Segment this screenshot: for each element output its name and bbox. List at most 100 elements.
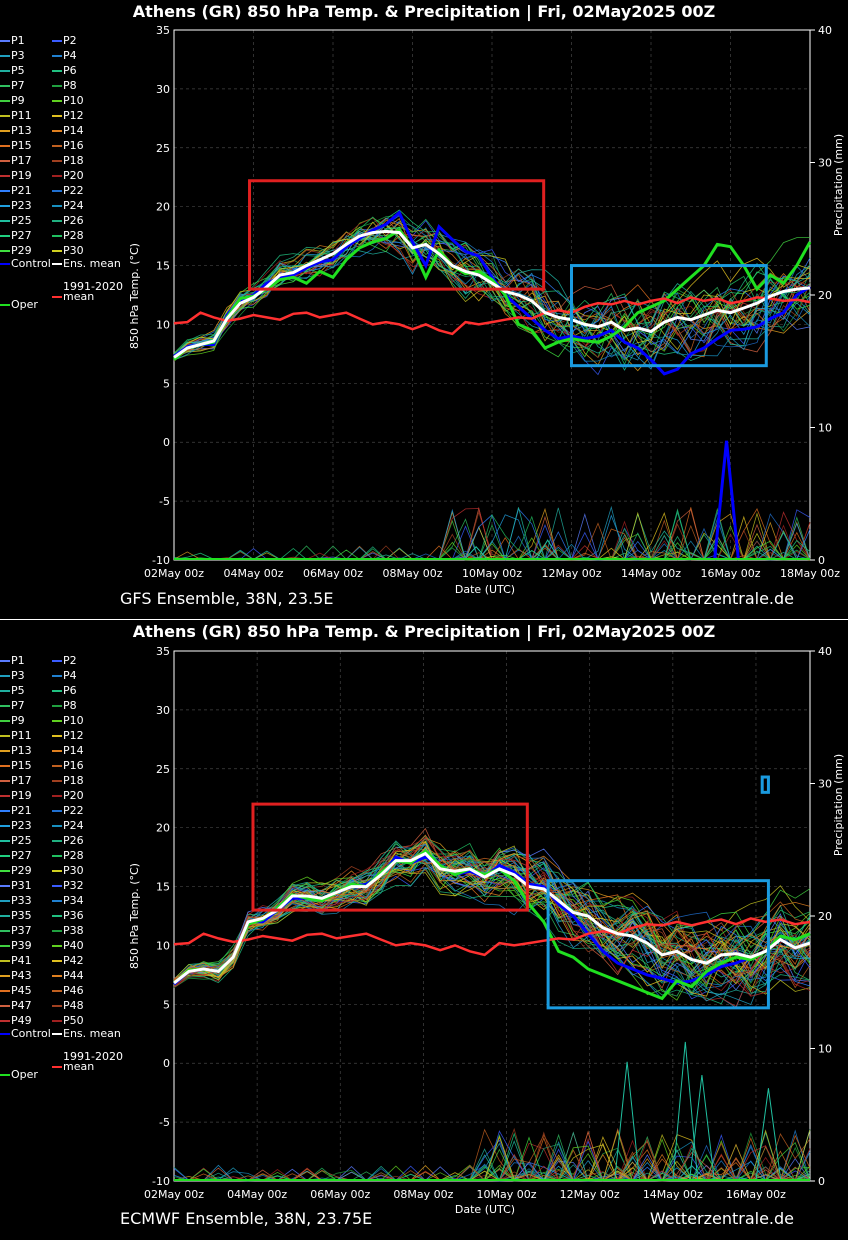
legend-swatch [52,915,62,917]
x-tick-label: 08May 00z [382,567,442,580]
y2-tick-label: 30 [818,157,832,170]
legend-item: P30 [52,244,84,257]
legend-label: P19 [11,789,32,802]
legend-item: P9 [0,714,25,727]
legend-label: P37 [11,924,32,937]
legend-item: P10 [52,714,84,727]
legend-swatch [0,235,10,237]
legend-item: P21 [0,804,32,817]
legend-label: P16 [63,759,84,772]
legend-item: P35 [0,909,32,922]
legend-label: P14 [63,744,84,757]
legend-label: P48 [63,999,84,1012]
legend-item: P25 [0,834,32,847]
legend-swatch [0,1073,10,1076]
legend-swatch [0,190,10,192]
legend-item: P44 [52,969,84,982]
legend-label: P35 [11,909,32,922]
legend-item: P17 [0,774,32,787]
y-tick-label: 30 [156,83,170,96]
legend-item: P18 [52,154,84,167]
legend-label: P6 [63,64,77,77]
legend-item: P19 [0,789,32,802]
legend-item: P7 [0,699,25,712]
legend-swatch [52,55,62,57]
legend-label: Control [11,257,51,270]
legend-item: P38 [52,924,84,937]
legend-swatch [52,720,62,722]
legend-swatch [52,130,62,132]
legend-label: P40 [63,939,84,952]
legend-swatch [52,160,62,162]
legend-label: P17 [11,154,32,167]
y-tick-label: -10 [152,1175,170,1188]
legend-label: P7 [11,79,25,92]
legend-swatch [52,990,62,992]
legend-item: P5 [0,64,25,77]
legend-swatch [0,900,10,902]
y-tick-label: 5 [163,377,170,390]
legend-swatch [0,960,10,962]
legend-item: P36 [52,909,84,922]
legend-label: Ens. mean [63,257,121,270]
legend-swatch [52,145,62,147]
legend-swatch [52,235,62,237]
legend-swatch [0,720,10,722]
y2-tick-label: 10 [818,1043,832,1056]
legend-label: P14 [63,124,84,137]
legend-item: P2 [52,34,77,47]
legend-swatch [0,870,10,872]
legend-label: P3 [11,669,25,682]
legend-item: P31 [0,879,32,892]
legend-label: P13 [11,744,32,757]
legend-item: P29 [0,864,32,877]
x-axis-label: Date (UTC) [454,1203,516,1216]
legend-swatch [52,1020,62,1022]
y-tick-label: 0 [163,436,170,449]
source-label: GFS Ensemble, 38N, 23.5E [120,589,334,608]
y-axis-label: 850 hPa Temp. (°C) [128,243,141,349]
legend-label: P39 [11,939,32,952]
x-tick-label: 08May 00z [393,1188,453,1201]
x-tick-label: 14May 00z [621,567,681,580]
legend-label: P23 [11,819,32,832]
legend-item: P23 [0,199,32,212]
legend-label: P11 [11,729,32,742]
legend-swatch [0,55,10,57]
legend-swatch [0,100,10,102]
legend-item: P30 [52,864,84,877]
legend-item: P23 [0,819,32,832]
x-tick-label: 16May 00z [700,567,760,580]
legend-item: P27 [0,229,32,242]
legend-swatch [0,175,10,177]
legend-label: 1991-2020 mean [63,1049,123,1073]
legend-swatch [0,930,10,932]
legend-swatch [0,70,10,72]
legend-swatch [52,1065,62,1068]
legend-label: P30 [63,864,84,877]
y2-tick-label: 40 [818,24,832,37]
y2-tick-label: 0 [818,1175,825,1188]
legend-swatch [0,1033,10,1035]
gfs-panel: Athens (GR) 850 hPa Temp. & Precipitatio… [0,0,848,620]
y-tick-label: 0 [163,1057,170,1070]
legend-swatch [0,945,10,947]
y-tick-label: 15 [156,881,170,894]
legend-item: P14 [52,124,84,137]
legend-item: P6 [52,684,77,697]
y-tick-label: 25 [156,763,170,776]
legend-item: P33 [0,894,32,907]
legend-label: Control [11,1027,51,1040]
legend-item: P8 [52,699,77,712]
y2-tick-label: 20 [818,289,832,302]
legend-label: P32 [63,879,84,892]
legend-swatch [0,85,10,87]
legend-label: P28 [63,849,84,862]
legend-swatch [0,160,10,162]
legend-label: P43 [11,969,32,982]
legend-swatch [52,70,62,72]
legend-item: P1 [0,34,25,47]
y-tick-label: 15 [156,260,170,273]
x-tick-label: 16May 00z [726,1188,786,1201]
legend-item: P42 [52,954,84,967]
